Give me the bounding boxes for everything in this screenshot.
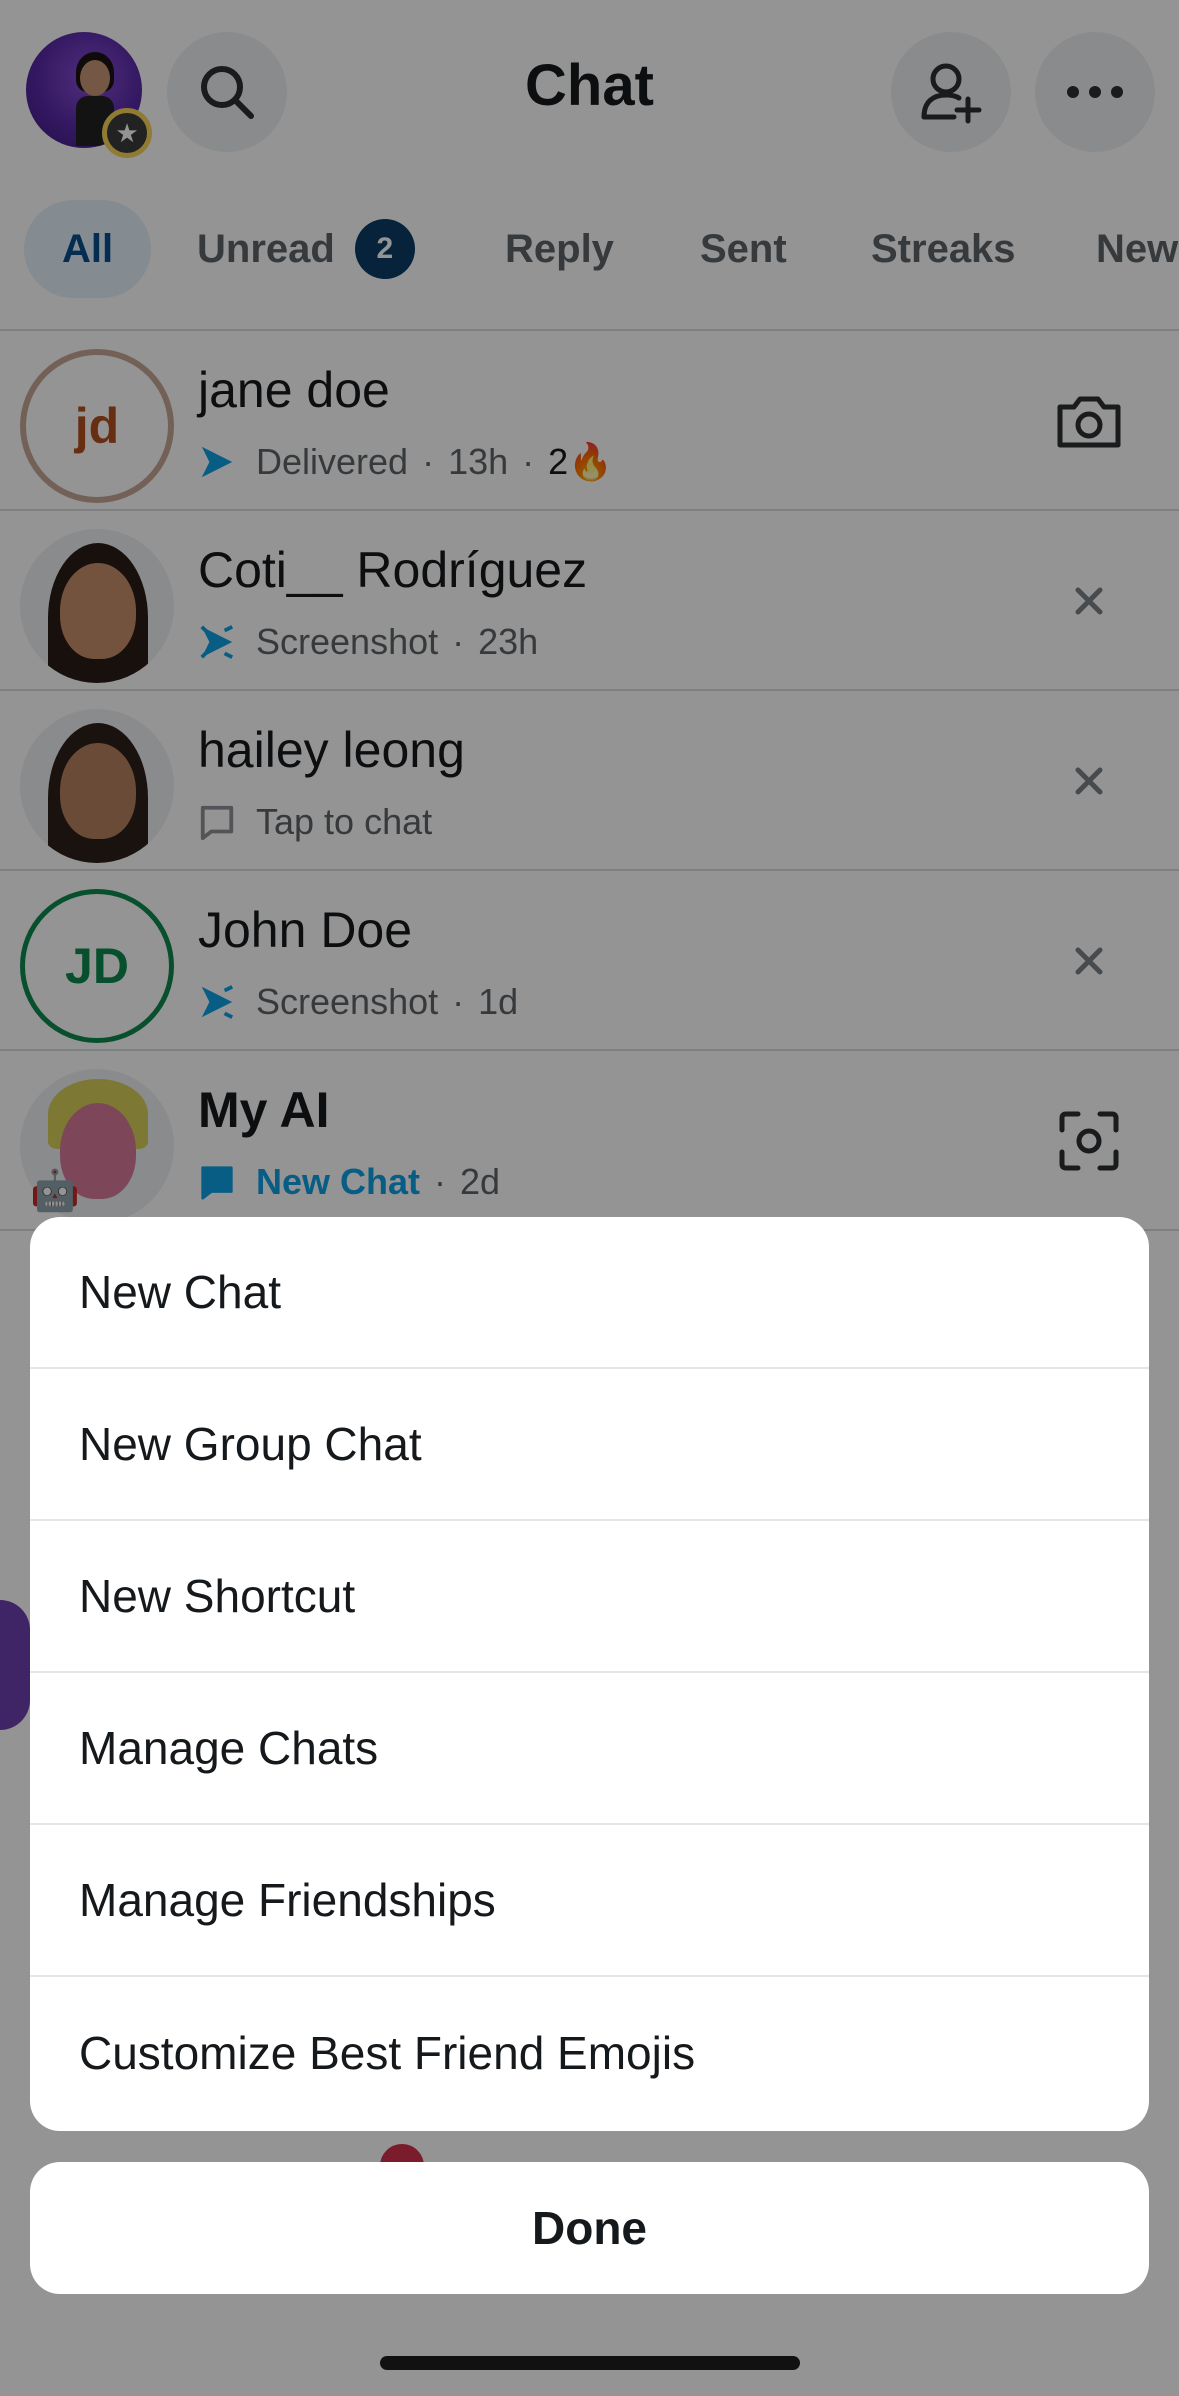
menu-item-new-chat[interactable]: New Chat (30, 1217, 1149, 1369)
menu-item-label: New Shortcut (79, 1570, 356, 1622)
menu-item-label: Manage Friendships (79, 1874, 496, 1926)
menu-item-customize-best-friend-emojis[interactable]: Customize Best Friend Emojis (30, 1977, 1149, 2129)
done-button[interactable]: Done (30, 2162, 1149, 2294)
menu-item-label: Manage Chats (79, 1722, 379, 1774)
menu-item-manage-chats[interactable]: Manage Chats (30, 1673, 1149, 1825)
action-sheet: New Chat New Group Chat New Shortcut Man… (30, 1217, 1149, 2131)
menu-item-new-group-chat[interactable]: New Group Chat (30, 1369, 1149, 1521)
home-indicator[interactable] (380, 2356, 800, 2370)
menu-item-new-shortcut[interactable]: New Shortcut (30, 1521, 1149, 1673)
menu-item-label: Customize Best Friend Emojis (79, 2027, 696, 2079)
menu-item-manage-friendships[interactable]: Manage Friendships (30, 1825, 1149, 1977)
menu-item-label: New Chat (79, 1266, 281, 1318)
menu-item-label: New Group Chat (79, 1418, 422, 1470)
